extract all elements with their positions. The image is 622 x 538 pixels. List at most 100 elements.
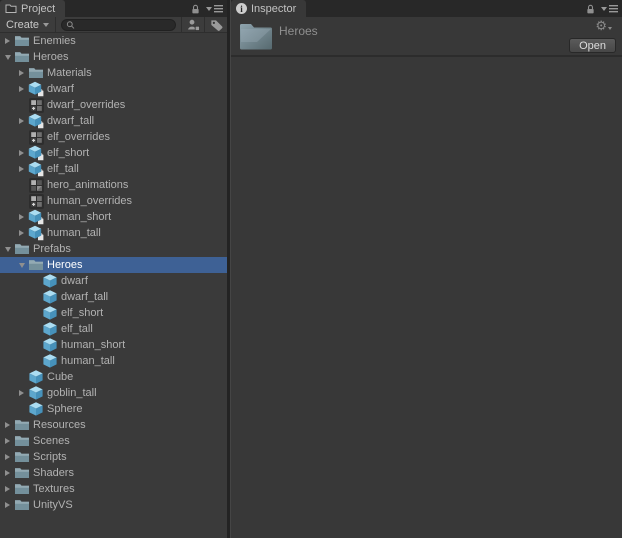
tree-item-label: dwarf — [47, 83, 74, 95]
panel-menu-icon[interactable] — [206, 4, 223, 13]
foldout-arrow[interactable] — [1, 465, 14, 481]
foldout-arrow[interactable] — [1, 497, 14, 513]
tree-item-label: Heroes — [47, 259, 83, 271]
search-by-label-button[interactable] — [205, 17, 227, 33]
foldout-arrow[interactable] — [1, 49, 14, 65]
open-button[interactable]: Open — [569, 38, 616, 53]
foldout-arrow[interactable] — [1, 33, 14, 49]
tree-item-elf_short[interactable]: elf_short — [0, 305, 227, 321]
foldout-arrow[interactable] — [15, 113, 28, 129]
tree-item-dwarf_overrides[interactable]: dwarf_overrides — [0, 97, 227, 113]
tree-item-goblin_tall[interactable]: goblin_tall — [0, 385, 227, 401]
panel-menu-icon[interactable] — [601, 4, 618, 13]
inspector-asset-title: Heroes — [279, 24, 318, 38]
tree-item-label: dwarf_tall — [61, 291, 109, 303]
tree-item-label: human_tall — [47, 227, 101, 239]
search-by-type-button[interactable] — [182, 17, 204, 33]
foldout-arrow[interactable] — [15, 145, 28, 161]
tree-item-Scenes[interactable]: Scenes — [0, 433, 227, 449]
tree-item-elf_tall[interactable]: elf_tall — [0, 321, 227, 337]
folder-icon — [14, 417, 30, 433]
tree-item-Resources[interactable]: Resources — [0, 417, 227, 433]
tree-item-Sphere[interactable]: Sphere — [0, 401, 227, 417]
create-button-label: Create — [6, 18, 40, 31]
folder-icon — [28, 65, 44, 81]
project-tab-label: Project — [21, 2, 56, 15]
folder-icon — [14, 497, 30, 513]
tree-item-human_tall[interactable]: human_tall — [0, 353, 227, 369]
tree-item-label: elf_tall — [47, 163, 79, 175]
foldout-arrow[interactable] — [15, 65, 28, 81]
prefab-icon — [42, 305, 58, 321]
foldout-arrow[interactable] — [1, 433, 14, 449]
prefab-icon — [42, 353, 58, 369]
tree-item-Shaders[interactable]: Shaders — [0, 465, 227, 481]
foldout-arrow[interactable] — [15, 257, 28, 273]
tree-item-label: Shaders — [33, 467, 74, 479]
search-input[interactable] — [75, 19, 171, 30]
tree-item-Textures[interactable]: Textures — [0, 481, 227, 497]
gear-icon: ⚙ — [595, 18, 607, 33]
create-button[interactable]: Create — [0, 17, 55, 33]
tree-item-Prefabs[interactable]: Prefabs — [0, 241, 227, 257]
tree-item-Enemies[interactable]: Enemies — [0, 33, 227, 49]
foldout-arrow[interactable] — [15, 81, 28, 97]
tree-item-Scripts[interactable]: Scripts — [0, 449, 227, 465]
lock-icon[interactable] — [585, 3, 596, 15]
tree-item-label: human_overrides — [47, 195, 132, 207]
arrow-spacer — [15, 369, 28, 385]
tree-item-hero_animations[interactable]: hero_animations — [0, 177, 227, 193]
tree-item-elf_overrides[interactable]: elf_overrides — [0, 129, 227, 145]
folder-icon — [14, 49, 30, 65]
model-icon — [28, 225, 44, 241]
model-icon — [28, 81, 44, 97]
tree-item-elf_tall[interactable]: elf_tall — [0, 161, 227, 177]
foldout-arrow[interactable] — [1, 449, 14, 465]
tree-item-label: UnityVS — [33, 499, 73, 511]
override-icon — [28, 193, 44, 209]
tree-item-human_short[interactable]: human_short — [0, 337, 227, 353]
lock-icon[interactable] — [190, 3, 201, 15]
arrow-spacer — [15, 193, 28, 209]
tree-item-dwarf_tall[interactable]: dwarf_tall — [0, 113, 227, 129]
inspector-header: Heroes ⚙ Open — [231, 17, 622, 57]
tree-item-Heroes[interactable]: Heroes — [0, 49, 227, 65]
tree-item-elf_short[interactable]: elf_short — [0, 145, 227, 161]
tree-item-human_short[interactable]: human_short — [0, 209, 227, 225]
tree-item-human_overrides[interactable]: human_overrides — [0, 193, 227, 209]
tree-item-UnityVS[interactable]: UnityVS — [0, 497, 227, 513]
tree-item-human_tall[interactable]: human_tall — [0, 225, 227, 241]
foldout-arrow[interactable] — [1, 241, 14, 257]
search-field[interactable] — [61, 18, 176, 31]
foldout-arrow[interactable] — [15, 385, 28, 401]
arrow-spacer — [29, 305, 42, 321]
override-icon — [28, 129, 44, 145]
tree-item-label: Sphere — [47, 403, 83, 415]
folder-icon — [28, 257, 44, 273]
tree-item-label: Scripts — [33, 451, 67, 463]
animator-icon — [28, 177, 44, 193]
tree-item-dwarf_tall[interactable]: dwarf_tall — [0, 289, 227, 305]
tree-item-Cube[interactable]: Cube — [0, 369, 227, 385]
chevron-down-icon — [43, 22, 50, 27]
tree-item-label: elf_tall — [61, 323, 93, 335]
foldout-arrow[interactable] — [15, 225, 28, 241]
tree-item-dwarf[interactable]: dwarf — [0, 273, 227, 289]
gear-menu-button[interactable]: ⚙ — [595, 19, 612, 32]
prefab-icon — [42, 337, 58, 353]
arrow-spacer — [29, 353, 42, 369]
tree-item-Heroes[interactable]: Heroes — [0, 257, 227, 273]
project-panel: Project Create Enemies Heroes Materials … — [0, 0, 227, 538]
tree-item-dwarf[interactable]: dwarf — [0, 81, 227, 97]
foldout-arrow[interactable] — [15, 209, 28, 225]
tree-item-Materials[interactable]: Materials — [0, 65, 227, 81]
foldout-arrow[interactable] — [1, 417, 14, 433]
search-by-label-icon — [211, 20, 223, 31]
arrow-spacer — [15, 97, 28, 113]
tab-project[interactable]: Project — [0, 0, 66, 17]
tab-inspector[interactable]: i Inspector — [231, 0, 307, 17]
foldout-arrow[interactable] — [1, 481, 14, 497]
folder-icon — [14, 465, 30, 481]
foldout-arrow[interactable] — [15, 161, 28, 177]
dropdown-chevron-icon — [601, 6, 607, 11]
